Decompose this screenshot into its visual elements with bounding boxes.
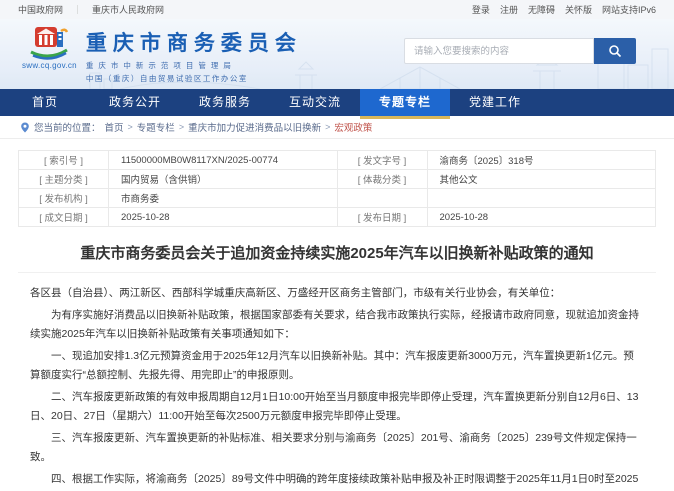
nav-special-columns[interactable]: 专题专栏 [360,89,450,116]
table-row: [ 成文日期 ] 2025-10-28 [ 发布日期 ] 2025-10-28 [19,208,656,227]
link-login[interactable]: 登录 [472,3,490,16]
table-row: [ 主题分类 ] 国内贸易（含供销） [ 体裁分类 ] 其他公文 [19,170,656,189]
commerce-emblem-icon [28,25,70,61]
main-nav: 首页 政务公开 政务服务 互动交流 专题专栏 党建工作 [0,89,674,116]
crumb-home[interactable]: 首页 [105,120,124,134]
meta-label: [ 发布机构 ] [19,189,109,208]
document-title: 重庆市商务委员会关于追加资金持续实施2025年汽车以旧换新补贴政策的通知 [28,242,646,263]
paragraph-item-1: 一、现追加安排1.3亿元预算资金用于2025年12月汽车以旧换新补贴。其中：汽车… [30,347,644,385]
link-care-version[interactable]: 关怀版 [565,3,592,16]
site-subtitle-1: 重庆市中新示范项目管理局 [86,60,302,71]
crumb-separator: > [128,122,133,132]
nav-interaction[interactable]: 互动交流 [270,89,360,116]
paragraph-item-4: 四、根据工作实际，将渝商务〔2025〕89号文件中明确的跨年度接续政策补贴申报及… [30,470,644,491]
meta-label: [ 主题分类 ] [19,170,109,189]
meta-value: 其他公文 [427,170,656,189]
crumb-macro-policy[interactable]: 宏观政策 [334,120,372,134]
site-url: sww.cq.gov.cn [22,61,77,70]
link-ipv6[interactable]: 网站支持IPv6 [602,3,656,16]
meta-value: 国内贸易（含供销） [109,170,338,189]
paragraph-salutation: 各区县（自治县）、两江新区、西部科学城重庆高新区、万盛经开区商务主管部门，市级有… [30,284,644,303]
site-title: 重庆市商务委员会 [86,27,302,57]
crumb-special-columns[interactable]: 专题专栏 [137,120,175,134]
location-icon [20,122,30,133]
meta-label: [ 发文字号 ] [337,151,427,170]
meta-label: [ 成文日期 ] [19,208,109,227]
search-input[interactable] [404,38,594,64]
site-logo[interactable]: sww.cq.gov.cn 重庆市商务委员会 重庆市中新示范项目管理局 中国（重… [22,25,302,84]
paragraph-intro: 为有序实施好消费品以旧换新补贴政策，根据国家部委有关要求，结合我市政策执行实际，… [30,306,644,344]
meta-value: 渝商务〔2025〕318号 [427,151,656,170]
document-body: 各区县（自治县）、两江新区、西部科学城重庆高新区、万盛经开区商务主管部门，市级有… [18,279,656,491]
meta-value: 2025-10-28 [427,208,656,227]
breadcrumb-prefix: 您当前的位置： [34,120,101,134]
nav-gov-info[interactable]: 政务公开 [90,89,180,116]
nav-party-building[interactable]: 党建工作 [450,89,540,116]
meta-value: 11500000MB0W8117XN/2025-00774 [109,151,338,170]
link-chongqing-gov[interactable]: 重庆市人民政府网 [92,3,164,16]
table-row: [ 索引号 ] 11500000MB0W8117XN/2025-00774 [ … [19,151,656,170]
nav-home[interactable]: 首页 [0,89,90,116]
crumb-separator: > [179,122,184,132]
document-content: [ 索引号 ] 11500000MB0W8117XN/2025-00774 [ … [0,150,674,491]
crumb-trade-in-program[interactable]: 重庆市加力促进消费品以旧换新 [188,120,321,134]
search-bar [404,38,636,64]
meta-label: [ 索引号 ] [19,151,109,170]
paragraph-item-2: 二、汽车报废更新政策的有效申报周期自12月1日10:00开始至当月额度申报完毕即… [30,388,644,426]
search-icon [608,44,622,58]
meta-label: [ 体裁分类 ] [337,170,427,189]
table-row: [ 发布机构 ] 市商务委 [19,189,656,208]
document-meta-table: [ 索引号 ] 11500000MB0W8117XN/2025-00774 [ … [18,150,656,227]
topbar-separator: ｜ [73,3,82,16]
meta-label [337,189,427,208]
top-utility-bar: 中国政府网 ｜ 重庆市人民政府网 登录 注册 无障碍 关怀版 网站支持IPv6 [0,0,674,19]
meta-label: [ 发布日期 ] [337,208,427,227]
paragraph-item-3: 三、汽车报废更新、汽车置换更新的补贴标准、相关要求分别与渝商务〔2025〕201… [30,429,644,467]
link-register[interactable]: 注册 [500,3,518,16]
link-china-gov[interactable]: 中国政府网 [18,3,63,16]
site-subtitle-2: 中国（重庆）自由贸易试验区工作办公室 [86,73,302,84]
title-divider [18,272,656,273]
meta-value: 2025-10-28 [109,208,338,227]
meta-value: 市商务委 [109,189,338,208]
meta-value [427,189,656,208]
crumb-separator: > [325,122,330,132]
site-banner: sww.cq.gov.cn 重庆市商务委员会 重庆市中新示范项目管理局 中国（重… [0,19,674,89]
breadcrumb: 您当前的位置： 首页 > 专题专栏 > 重庆市加力促进消费品以旧换新 > 宏观政… [0,116,674,139]
nav-gov-services[interactable]: 政务服务 [180,89,270,116]
search-button[interactable] [594,38,636,64]
link-accessibility[interactable]: 无障碍 [528,3,555,16]
